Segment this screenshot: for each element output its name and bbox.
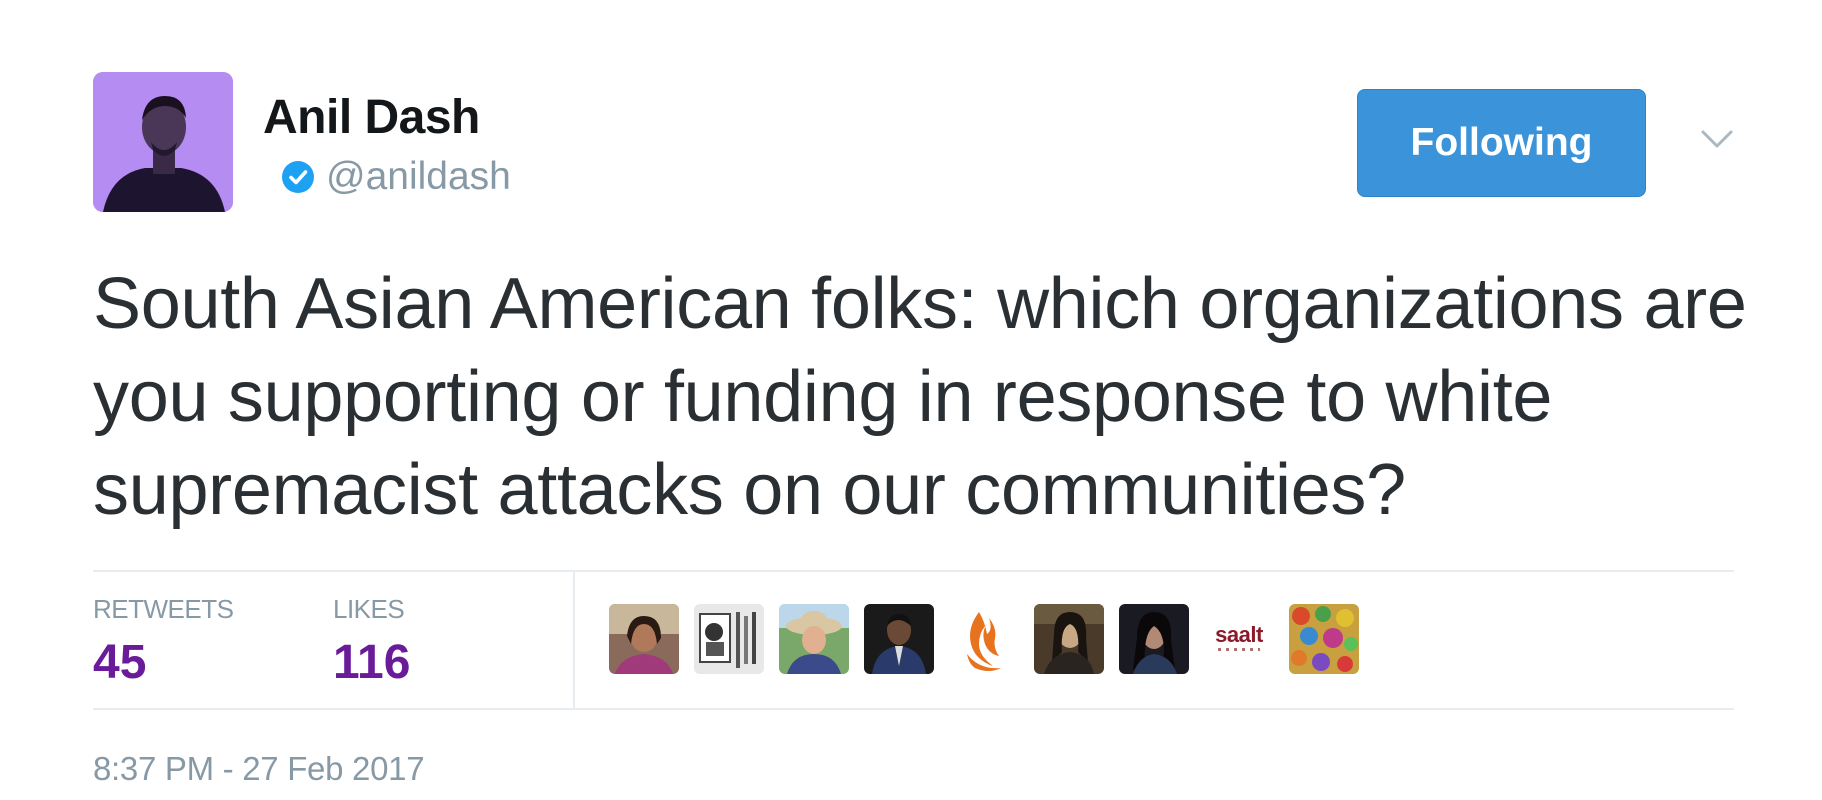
saalt-logo-dots	[1218, 648, 1260, 651]
tweet-card: Anil Dash @anildash Following South Asia…	[0, 0, 1822, 800]
liker-avatar[interactable]	[1119, 604, 1189, 674]
liker-avatar[interactable]	[864, 604, 934, 674]
author-handle-row[interactable]: @anildash	[280, 155, 511, 199]
saalt-logo-text: saalt	[1215, 622, 1263, 647]
stats-divider	[573, 572, 575, 708]
liker-avatar[interactable]	[694, 604, 764, 674]
verified-badge-icon	[282, 161, 314, 193]
liker-photo	[779, 604, 849, 674]
chevron-down-icon[interactable]	[1697, 124, 1737, 154]
retweets-stat[interactable]: RETWEETS 45	[93, 594, 234, 690]
likes-count: 116	[333, 636, 411, 689]
liker-photo	[1119, 604, 1189, 674]
liker-avatar[interactable]	[1289, 604, 1359, 674]
retweets-count: 45	[93, 636, 147, 689]
tweet-stats: RETWEETS 45 LIKES 116 saalt	[93, 570, 1734, 710]
liker-avatar[interactable]	[779, 604, 849, 674]
liker-photo	[609, 604, 679, 674]
author-name[interactable]: Anil Dash	[263, 90, 480, 145]
retweets-label: RETWEETS	[93, 594, 234, 624]
saalt-logo[interactable]: saalt	[1204, 604, 1274, 674]
avatar-image	[93, 72, 233, 212]
following-button[interactable]: Following	[1357, 89, 1646, 197]
tweet-timestamp[interactable]: 8:37 PM - 27 Feb 2017	[93, 750, 425, 788]
liker-avatar[interactable]	[949, 604, 1019, 674]
flame-logo-icon	[949, 604, 1019, 674]
likes-label: LIKES	[333, 594, 405, 624]
liker-avatar[interactable]	[609, 604, 679, 674]
colorful-pattern-icon	[1289, 604, 1359, 674]
liker-avatar[interactable]	[1034, 604, 1104, 674]
liker-photo	[694, 604, 764, 674]
liker-avatars: saalt	[609, 604, 1374, 674]
liker-photo	[864, 604, 934, 674]
likes-stat[interactable]: LIKES 116	[333, 594, 410, 690]
author-handle: @anildash	[326, 155, 511, 198]
liker-photo	[1034, 604, 1104, 674]
tweet-text: South Asian American folks: which organi…	[93, 264, 1747, 530]
author-avatar[interactable]	[93, 72, 233, 212]
